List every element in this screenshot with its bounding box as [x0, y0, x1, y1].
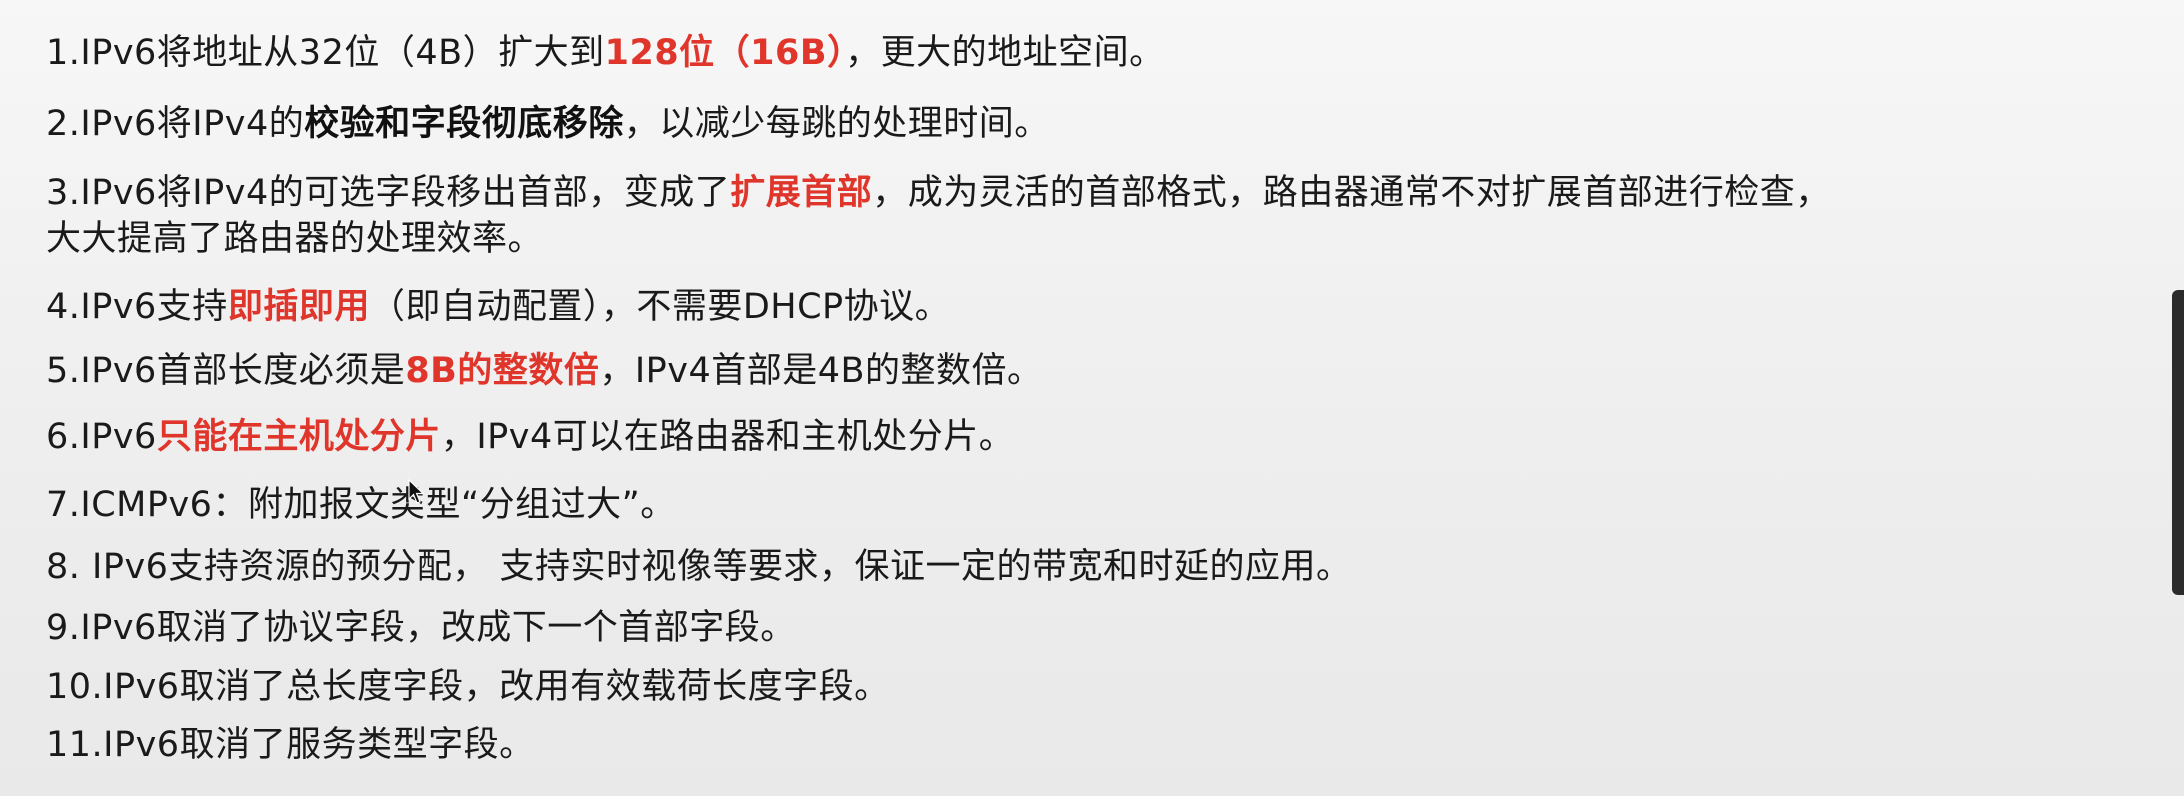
item-6-emphasis: 只能在主机处分片 — [156, 417, 441, 457]
item-7-text-a: 7.ICMPv6：附加报文类型“分组过大”。 — [46, 485, 676, 525]
list-item-8: 8. IPv6支持资源的预分配， 支持实时视像等要求，保证一定的带宽和时延的应用… — [46, 544, 1352, 590]
list-item-2: 2.IPv6将IPv4的校验和字段彻底移除，以减少每跳的处理时间。 — [46, 101, 1050, 147]
scrollbar-handle[interactable] — [2172, 290, 2184, 595]
item-2-text-a: 2.IPv6将IPv4的 — [46, 104, 305, 144]
item-4-text-a: 4.IPv6支持 — [46, 287, 228, 327]
list-item-4: 4.IPv6支持即插即用（即自动配置），不需要DHCP协议。 — [46, 284, 950, 330]
slide-content: 1.IPv6将地址从32位（4B）扩大到128位（16B），更大的地址空间。 2… — [0, 0, 2184, 796]
list-item-7: 7.ICMPv6：附加报文类型“分组过大”。 — [46, 482, 676, 528]
item-11-text-a: 11.IPv6取消了服务类型字段。 — [46, 725, 535, 765]
item-5-text-a: 5.IPv6首部长度必须是 — [46, 351, 406, 391]
item-4-emphasis: 即插即用 — [227, 287, 370, 327]
list-item-11: 11.IPv6取消了服务类型字段。 — [46, 722, 535, 768]
list-item-9: 9.IPv6取消了协议字段，改成下一个首部字段。 — [46, 605, 796, 651]
list-item-1: 1.IPv6将地址从32位（4B）扩大到128位（16B），更大的地址空间。 — [46, 30, 1165, 76]
list-item-10: 10.IPv6取消了总长度字段，改用有效载荷长度字段。 — [46, 664, 890, 710]
item-4-text-b: （即自动配置），不需要DHCP协议。 — [369, 287, 951, 327]
item-5-emphasis: 8B的整数倍 — [405, 351, 600, 391]
item-3-text-c: 大大提高了路由器的处理效率。 — [46, 219, 544, 259]
item-1-text-a: 1.IPv6将地址从32位（4B）扩大到 — [46, 33, 605, 73]
item-1-text-b: ，更大的地址空间。 — [845, 33, 1165, 73]
item-8-text-a: 8. IPv6支持资源的预分配， 支持实时视像等要求，保证一定的带宽和时延的应用… — [46, 547, 1352, 587]
item-2-text-b: ，以减少每跳的处理时间。 — [623, 104, 1050, 144]
item-3-text-a: 3.IPv6将IPv4的可选字段移出首部，变成了 — [46, 173, 731, 213]
item-6-text-b: ，IPv4可以在路由器和主机处分片。 — [440, 417, 1015, 457]
item-9-text-a: 9.IPv6取消了协议字段，改成下一个首部字段。 — [46, 608, 796, 648]
item-10-text-a: 10.IPv6取消了总长度字段，改用有效载荷长度字段。 — [46, 667, 890, 707]
list-item-3: 3.IPv6将IPv4的可选字段移出首部，变成了扩展首部，成为灵活的首部格式，路… — [46, 170, 1831, 262]
item-3-emphasis: 扩展首部 — [730, 173, 873, 213]
item-6-text-a: 6.IPv6 — [46, 417, 157, 457]
item-1-emphasis: 128位（16B） — [604, 33, 846, 73]
item-3-text-b: ，成为灵活的首部格式，路由器通常不对扩展首部进行检查， — [872, 173, 1831, 213]
list-item-5: 5.IPv6首部长度必须是8B的整数倍，IPv4首部是4B的整数倍。 — [46, 348, 1043, 394]
item-5-text-b: ，IPv4首部是4B的整数倍。 — [599, 351, 1043, 391]
item-2-bold: 校验和字段彻底移除 — [304, 104, 624, 144]
list-item-6: 6.IPv6只能在主机处分片，IPv4可以在路由器和主机处分片。 — [46, 414, 1014, 460]
